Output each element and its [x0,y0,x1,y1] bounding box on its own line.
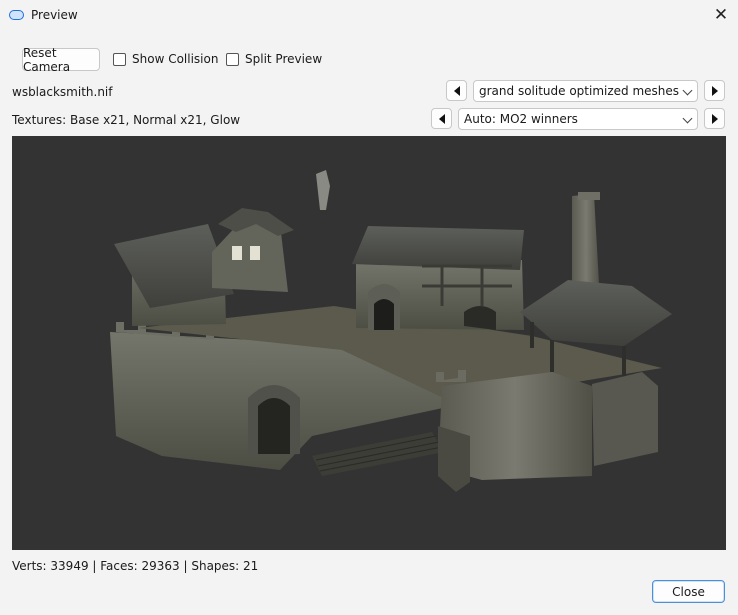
mesh-source-select[interactable]: grand solitude optimized meshes [473,80,698,102]
mesh-source-value: grand solitude optimized meshes [479,84,680,98]
chevron-down-icon [682,85,693,96]
split-preview-box[interactable] [226,52,239,66]
texture-source-next-button[interactable] [704,108,725,129]
3d-viewport[interactable] [12,136,726,550]
split-preview-label: Split Preview [245,52,323,66]
show-collision-checkbox[interactable]: Show Collision [113,52,218,66]
split-preview-checkbox[interactable]: Split Preview [226,52,322,66]
mesh-stats: Verts: 33949 | Faces: 29363 | Shapes: 21 [12,559,259,573]
arrow-left-icon [438,113,445,124]
chevron-down-icon [682,113,693,124]
arrow-left-icon [453,85,460,96]
mesh-source-next-button[interactable] [704,80,725,101]
title-bar: Preview ✕ [0,0,738,32]
show-collision-label: Show Collision [132,52,219,66]
mesh-source-prev-button[interactable] [446,80,467,101]
close-button[interactable]: Close [652,580,725,603]
texture-source-value: Auto: MO2 winners [464,112,578,126]
texture-source-select[interactable]: Auto: MO2 winners [458,108,698,130]
show-collision-box[interactable] [113,52,126,66]
arrow-right-icon [711,85,718,96]
textures-summary: Textures: Base x21, Normal x21, Glow [12,113,241,127]
arrow-right-icon [711,113,718,124]
texture-source-prev-button[interactable] [431,108,452,129]
window-title: Preview [31,8,78,22]
blacksmith-model-render [110,170,672,492]
preview-app-icon [9,10,24,20]
close-icon[interactable]: ✕ [704,0,738,30]
reset-camera-button[interactable]: Reset Camera [22,46,100,74]
mesh-file-name: wsblacksmith.nif [12,85,113,99]
